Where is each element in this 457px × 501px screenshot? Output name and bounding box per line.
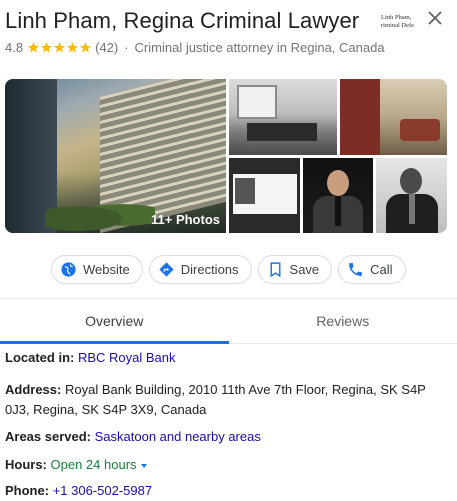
photo-office-interior[interactable] [229, 79, 337, 155]
chevron-down-icon[interactable] [140, 463, 147, 468]
hours-label: Hours: [5, 457, 47, 472]
rating-value: 4.8 [5, 40, 24, 55]
directions-button[interactable]: Directions [148, 255, 252, 284]
business-logo: Linh Pham, riminal Defe [381, 14, 421, 42]
areas-served-link[interactable]: Saskatoon and nearby areas [95, 429, 261, 444]
main-photo-building[interactable]: 11+ Photos [5, 79, 226, 233]
directions-icon [159, 262, 174, 277]
hours-status[interactable]: Open 24 hours [51, 457, 137, 472]
save-button[interactable]: Save [257, 255, 333, 284]
action-buttons: Website Directions Save Call [51, 255, 406, 284]
phone-icon [349, 263, 363, 276]
website-button-label: Website [83, 262, 130, 277]
star-rating [27, 41, 92, 54]
located-in-link[interactable]: RBC Royal Bank [78, 350, 176, 365]
photo-portrait-1[interactable] [303, 158, 373, 233]
close-icon [428, 11, 442, 25]
separator-dot: · [124, 40, 129, 55]
directions-button-label: Directions [180, 262, 239, 277]
photo-business-card[interactable] [229, 158, 300, 233]
star-icon [28, 42, 39, 53]
review-count-link[interactable]: (42) [95, 40, 118, 55]
located-in-row: Located in: RBC Royal Bank [5, 348, 176, 368]
tab-reviews[interactable]: Reviews [229, 299, 457, 343]
address-row: Address: Royal Bank Building, 2010 11th … [5, 380, 450, 420]
address-label: Address: [5, 382, 62, 397]
located-in-label: Located in: [5, 350, 75, 365]
call-button-label: Call [370, 262, 393, 277]
hours-row: Hours: Open 24 hours [5, 455, 147, 475]
close-button[interactable] [426, 9, 444, 27]
call-button[interactable]: Call [338, 255, 406, 284]
business-title: Linh Pham, Regina Criminal Lawyer [5, 8, 360, 33]
areas-served-label: Areas served: [5, 429, 91, 444]
website-button[interactable]: Website [51, 255, 143, 284]
rating-row: 4.8 (42) · Criminal justice attorney in … [5, 40, 385, 55]
star-icon [54, 42, 65, 53]
phone-link[interactable]: +1 306-502-5987 [53, 483, 152, 498]
phone-row: Phone: +1 306-502-5987 [5, 481, 152, 501]
tab-bar: Overview Reviews [0, 298, 457, 344]
areas-served-row: Areas served: Saskatoon and nearby areas [5, 427, 261, 447]
save-button-label: Save [289, 262, 320, 277]
photo-portrait-2[interactable] [376, 158, 447, 233]
logo-text-line-1: Linh Pham, [381, 14, 412, 21]
bookmark-icon [270, 262, 280, 278]
photo-count-label: 11+ Photos [151, 212, 220, 227]
business-category: Criminal justice attorney in Regina, Can… [134, 40, 385, 55]
globe-icon [61, 262, 76, 277]
address-value: Royal Bank Building, 2010 11th Ave 7th F… [5, 382, 426, 417]
star-icon [67, 42, 78, 53]
photo-reception[interactable] [340, 79, 447, 155]
star-icon [41, 42, 52, 53]
phone-label: Phone: [5, 483, 50, 498]
star-icon [80, 42, 91, 53]
tab-overview[interactable]: Overview [0, 299, 229, 344]
logo-text-line-2: riminal Defe [381, 22, 415, 29]
